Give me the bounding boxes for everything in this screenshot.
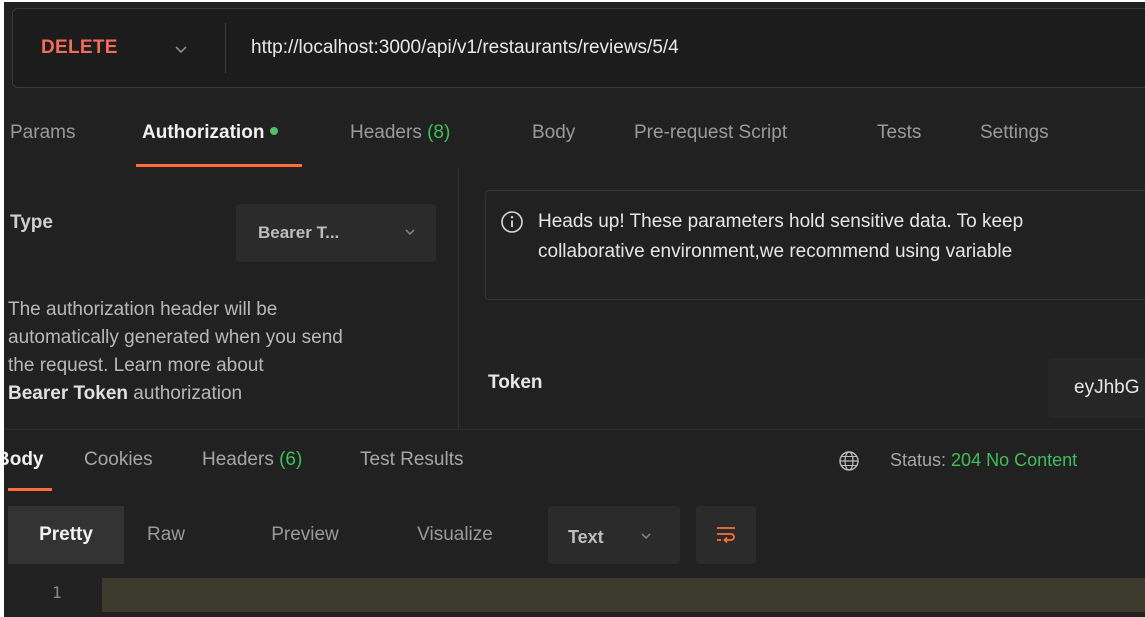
method-select[interactable]: DELETE [41, 9, 118, 87]
notice-text: Heads up! These parameters hold sensitiv… [538, 207, 1145, 267]
chevron-down-icon [641, 533, 651, 540]
description-line: automatically generated when you send [8, 327, 343, 348]
current-line-highlight [102, 578, 1145, 612]
tab-pre-request-script[interactable]: Pre-request Script [634, 106, 787, 162]
response-view-bar: Pretty Raw Preview Visualize Text [4, 506, 1145, 564]
preview-button[interactable]: Preview [250, 506, 360, 564]
wrap-lines-icon [717, 527, 735, 544]
status-code: 204 No Content [951, 450, 1078, 470]
token-label: Token [488, 372, 543, 393]
tab-body[interactable]: Body [532, 106, 575, 162]
globe-icon[interactable] [838, 450, 860, 472]
format-select[interactable]: Text [548, 506, 680, 564]
tab-label: Cookies [84, 449, 153, 470]
description-line: The authorization header will be [8, 299, 278, 320]
headers-count: (6) [279, 449, 303, 470]
postman-app: DELETE http://localhost:3000/api/v1/rest… [4, 2, 1145, 617]
tab-settings[interactable]: Settings [980, 106, 1049, 162]
auth-type-value: Bearer T... [258, 223, 340, 242]
tab-label: Test Results [360, 449, 464, 470]
response-editor[interactable]: 1 [4, 570, 1145, 616]
sensitive-data-notice: Heads up! These parameters hold sensitiv… [485, 190, 1145, 300]
tab-params[interactable]: Params [10, 106, 75, 162]
tab-label: Params [10, 122, 76, 143]
tab-label: Pre-request Script [634, 122, 788, 143]
active-indicator-dot [270, 126, 279, 135]
auth-type-panel: Type Bearer T... The authorization heade… [4, 168, 458, 430]
tab-label: Headers [202, 449, 274, 470]
active-tab-underline [136, 164, 302, 167]
response-status: Status: 204 No Content [890, 430, 1077, 490]
tab-label: Body [4, 449, 44, 470]
tab-response-headers[interactable]: Headers (6) [202, 430, 302, 490]
headers-count: (8) [427, 122, 451, 143]
notice-line: collaborative environment,we recommend u… [538, 241, 1013, 262]
description-line: Bearer Token authorization [8, 380, 448, 408]
panel-divider[interactable] [458, 168, 459, 430]
token-input[interactable]: eyJhbG [1048, 358, 1145, 418]
description-line: the request. Learn more about [8, 355, 264, 376]
type-label: Type [10, 212, 53, 233]
tab-tests[interactable]: Tests [877, 106, 921, 162]
tab-test-results[interactable]: Test Results [360, 430, 463, 490]
auth-description: The authorization header will be automat… [8, 296, 448, 408]
request-url-bar: DELETE http://localhost:3000/api/v1/rest… [12, 8, 1145, 88]
divider [225, 23, 226, 73]
raw-button[interactable]: Raw [130, 506, 202, 564]
tab-label: Body [532, 122, 576, 143]
tab-label: Authorization [142, 122, 265, 143]
line-number: 1 [52, 583, 62, 602]
bearer-token-link[interactable]: Bearer Token [8, 383, 128, 404]
info-icon [501, 211, 523, 233]
format-value: Text [568, 527, 604, 547]
description-tail: authorization [128, 383, 243, 404]
request-tabs: Params Authorization Headers (8) Body Pr… [4, 106, 1145, 167]
url-input[interactable]: http://localhost:3000/api/v1/restaurants… [251, 9, 679, 87]
status-label: Status: [890, 450, 947, 470]
response-tabs: Body Cookies Headers (6) Test Results St… [4, 430, 1145, 494]
chevron-down-icon[interactable] [171, 39, 191, 59]
tab-response-body[interactable]: Body [4, 430, 44, 490]
token-value: eyJhbG [1074, 377, 1140, 398]
tab-authorization[interactable]: Authorization [142, 106, 279, 162]
active-tab-underline [8, 488, 52, 491]
pretty-button[interactable]: Pretty [8, 506, 124, 564]
tab-label: Headers [350, 122, 422, 143]
word-wrap-button[interactable] [696, 506, 756, 564]
tab-headers[interactable]: Headers (8) [350, 106, 450, 162]
visualize-button[interactable]: Visualize [400, 506, 510, 564]
tab-cookies[interactable]: Cookies [84, 430, 153, 490]
auth-type-select[interactable]: Bearer T... [236, 204, 436, 262]
chevron-down-icon [405, 229, 415, 236]
notice-line: Heads up! These parameters hold sensitiv… [538, 211, 1024, 232]
tab-label: Settings [980, 122, 1049, 143]
tab-label: Tests [877, 122, 922, 143]
